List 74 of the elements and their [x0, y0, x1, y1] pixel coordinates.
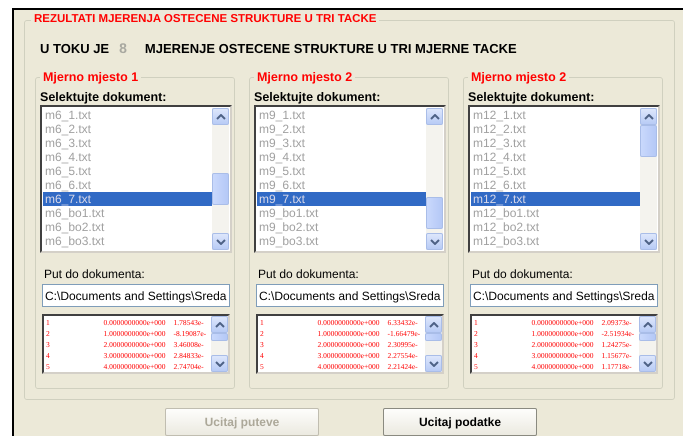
- scroll-thumb[interactable]: [212, 173, 229, 205]
- scroll-thumb[interactable]: [426, 197, 443, 229]
- scrollbar[interactable]: [640, 108, 657, 250]
- list-item[interactable]: m6_bo3.txt: [43, 234, 212, 248]
- scrollbar[interactable]: [426, 108, 443, 250]
- group-title: Mjerno mjesto 1: [40, 70, 142, 84]
- list-item[interactable]: m12_5.txt: [471, 164, 640, 178]
- document-list[interactable]: m9_1.txt m9_2.txt m9_3.txt m9_4.txt m9_5.txt m9_6.txt m9_7.txt m9_bo1.txt m9_bo2.txt m9_bo3.txt: [254, 105, 446, 253]
- list-item[interactable]: m12_4.txt: [471, 150, 640, 164]
- frame-title: REZULTATI MJERENJA OSTECENE STRUKTURE U TRI TACKE: [31, 13, 380, 25]
- status-text: MJERENJE OSTECENE STRUKTURE U TRI MJERNE TACKE: [144, 40, 517, 56]
- list-label: Selektujte dokument:: [468, 90, 596, 104]
- list-item[interactable]: m12_bo3.txt: [471, 234, 640, 248]
- list-item[interactable]: m9_3.txt: [257, 136, 426, 150]
- measurement-count: 8: [119, 40, 127, 56]
- scroll-down-icon[interactable]: [639, 355, 656, 372]
- path-field[interactable]: C:\Documents and Settings\Sreda: [42, 284, 230, 307]
- list-item[interactable]: m6_bo2.txt: [43, 220, 212, 234]
- scroll-up-icon[interactable]: [426, 108, 443, 125]
- document-list[interactable]: m6_1.txt m6_2.txt m6_3.txt m6_4.txt m6_5.txt m6_6.txt m6_7.txt m6_bo1.txt m6_bo2.txt m6_bo3.txt: [40, 105, 232, 253]
- load-data-button[interactable]: Ucitaj podatke: [383, 408, 537, 436]
- scroll-down-icon[interactable]: [212, 233, 229, 250]
- list-item[interactable]: m9_4.txt: [257, 150, 426, 164]
- group-title: Mjerno mjesto 2: [468, 70, 570, 84]
- scroll-down-icon[interactable]: [426, 233, 443, 250]
- path-field[interactable]: C:\Documents and Settings\Sreda: [470, 284, 658, 307]
- list-item[interactable]: m6_3.txt: [43, 136, 212, 150]
- list-item[interactable]: m9_6.txt: [257, 178, 426, 192]
- path-field[interactable]: C:\Documents and Settings\Sreda: [256, 284, 444, 307]
- scroll-up-icon[interactable]: [425, 316, 442, 333]
- list-item[interactable]: m9_bo2.txt: [257, 220, 426, 234]
- scroll-thumb[interactable]: [640, 125, 657, 157]
- scroll-up-icon[interactable]: [212, 108, 229, 125]
- scroll-up-icon[interactable]: [639, 316, 656, 333]
- list-item[interactable]: m9_7.txt: [257, 192, 426, 206]
- list-item[interactable]: m9_bo3.txt: [257, 234, 426, 248]
- list-item[interactable]: m12_bo1.txt: [471, 206, 640, 220]
- scroll-up-icon[interactable]: [211, 316, 228, 333]
- scroll-down-icon[interactable]: [425, 355, 442, 372]
- scroll-thumb[interactable]: [639, 333, 656, 341]
- path-label: Put do dokumenta:: [44, 267, 146, 281]
- list-item[interactable]: m6_bo1.txt: [43, 206, 212, 220]
- scroll-down-icon[interactable]: [211, 355, 228, 372]
- scroll-thumb[interactable]: [425, 333, 442, 341]
- status-text: U TOKU JE: [40, 40, 110, 56]
- list-item[interactable]: m9_1.txt: [257, 108, 426, 122]
- list-item[interactable]: m12_bo2.txt: [471, 220, 640, 234]
- path-label: Put do dokumenta:: [472, 267, 574, 281]
- scrollbar[interactable]: [211, 316, 228, 372]
- list-item[interactable]: m6_7.txt: [43, 192, 212, 206]
- scrollbar[interactable]: [212, 108, 229, 250]
- list-item[interactable]: m6_5.txt: [43, 164, 212, 178]
- path-label: Put do dokumenta:: [258, 267, 360, 281]
- list-item[interactable]: m6_2.txt: [43, 122, 212, 136]
- list-item[interactable]: m6_1.txt: [43, 108, 212, 122]
- document-list[interactable]: m12_1.txt m12_2.txt m12_3.txt m12_4.txt m12_5.txt m12_6.txt m12_7.txt m12_bo1.txt m12_bo2.txt m12_bo3.txt: [468, 105, 660, 253]
- group-title: Mjerno mjesto 2: [254, 70, 356, 84]
- list-item[interactable]: m6_4.txt: [43, 150, 212, 164]
- scrollbar[interactable]: [425, 316, 442, 372]
- scroll-thumb[interactable]: [211, 333, 228, 341]
- scroll-down-icon[interactable]: [640, 233, 657, 250]
- list-label: Selektujte dokument:: [254, 90, 382, 104]
- list-item[interactable]: m6_6.txt: [43, 178, 212, 192]
- list-item[interactable]: m12_6.txt: [471, 178, 640, 192]
- list-item[interactable]: m12_2.txt: [471, 122, 640, 136]
- list-item[interactable]: m12_3.txt: [471, 136, 640, 150]
- scroll-up-icon[interactable]: [640, 108, 657, 125]
- list-item[interactable]: m9_5.txt: [257, 164, 426, 178]
- list-item[interactable]: m12_1.txt: [471, 108, 640, 122]
- list-item[interactable]: m9_2.txt: [257, 122, 426, 136]
- scrollbar[interactable]: [639, 316, 656, 372]
- list-item[interactable]: m9_bo1.txt: [257, 206, 426, 220]
- list-item[interactable]: m12_7.txt: [471, 192, 640, 206]
- list-label: Selektujte dokument:: [40, 90, 168, 104]
